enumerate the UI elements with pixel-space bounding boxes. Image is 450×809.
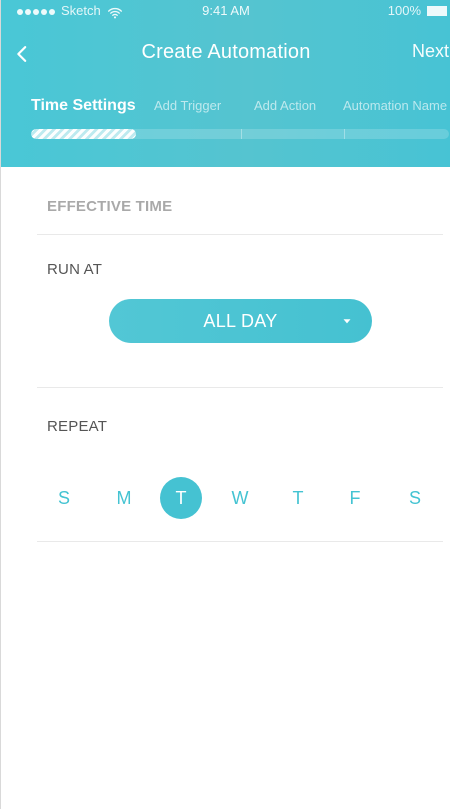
app-screen: Sketch 9:41 AM 100% Create Automation Ne… — [0, 0, 450, 809]
run-at-value: ALL DAY — [203, 310, 278, 331]
day-friday[interactable]: F — [334, 477, 376, 519]
signal-dot — [41, 9, 47, 15]
header: Sketch 9:41 AM 100% Create Automation Ne… — [1, 0, 450, 167]
battery-percent: 100% — [387, 3, 421, 18]
day-monday[interactable]: M — [103, 477, 145, 519]
signal-dot — [49, 9, 55, 15]
signal-dot — [25, 9, 31, 15]
step-add-trigger[interactable]: Add Trigger — [154, 95, 221, 117]
step-time-settings[interactable]: Time Settings — [31, 95, 136, 117]
status-bar: Sketch 9:41 AM 100% — [1, 0, 450, 22]
status-right: 100% — [388, 0, 449, 22]
navigation-bar: Create Automation Next — [1, 34, 450, 74]
chevron-down-icon — [343, 319, 351, 324]
signal-dot — [17, 9, 23, 15]
day-wednesday[interactable]: W — [219, 477, 261, 519]
progress-tick — [241, 129, 242, 139]
section-title-effective-time: EFFECTIVE TIME — [47, 198, 173, 215]
content: EFFECTIVE TIME RUN AT ALL DAY REPEAT S M… — [1, 167, 450, 809]
steps: Time Settings Add Trigger Add Action Aut… — [1, 95, 450, 117]
run-at-label: RUN AT — [47, 261, 103, 278]
chevron-left-icon — [17, 46, 27, 62]
day-thursday[interactable]: T — [277, 477, 319, 519]
run-at-select[interactable]: ALL DAY — [109, 299, 372, 343]
step-automation-name[interactable]: Automation Name — [343, 95, 447, 117]
status-time: 9:41 AM — [202, 3, 250, 18]
step-add-action[interactable]: Add Action — [254, 95, 316, 117]
carrier-label: Sketch — [61, 3, 101, 18]
battery-icon — [427, 6, 447, 16]
repeat-days: S M T W T F S — [37, 477, 443, 521]
divider — [37, 234, 443, 235]
signal-dot — [33, 9, 39, 15]
progress-fill — [31, 129, 136, 139]
back-button[interactable] — [11, 34, 53, 74]
day-tuesday[interactable]: T — [160, 477, 202, 519]
wifi-icon — [107, 7, 122, 19]
status-left: Sketch — [17, 0, 123, 22]
next-button[interactable]: Next — [412, 41, 449, 62]
repeat-label: REPEAT — [47, 418, 108, 435]
progress-tick — [344, 129, 345, 139]
divider — [37, 387, 443, 388]
progress-bar — [31, 129, 449, 139]
day-saturday[interactable]: S — [394, 477, 436, 519]
divider — [37, 541, 443, 542]
page-title: Create Automation — [141, 41, 311, 63]
day-sunday[interactable]: S — [43, 477, 85, 519]
signal-strength-icon — [17, 9, 55, 15]
